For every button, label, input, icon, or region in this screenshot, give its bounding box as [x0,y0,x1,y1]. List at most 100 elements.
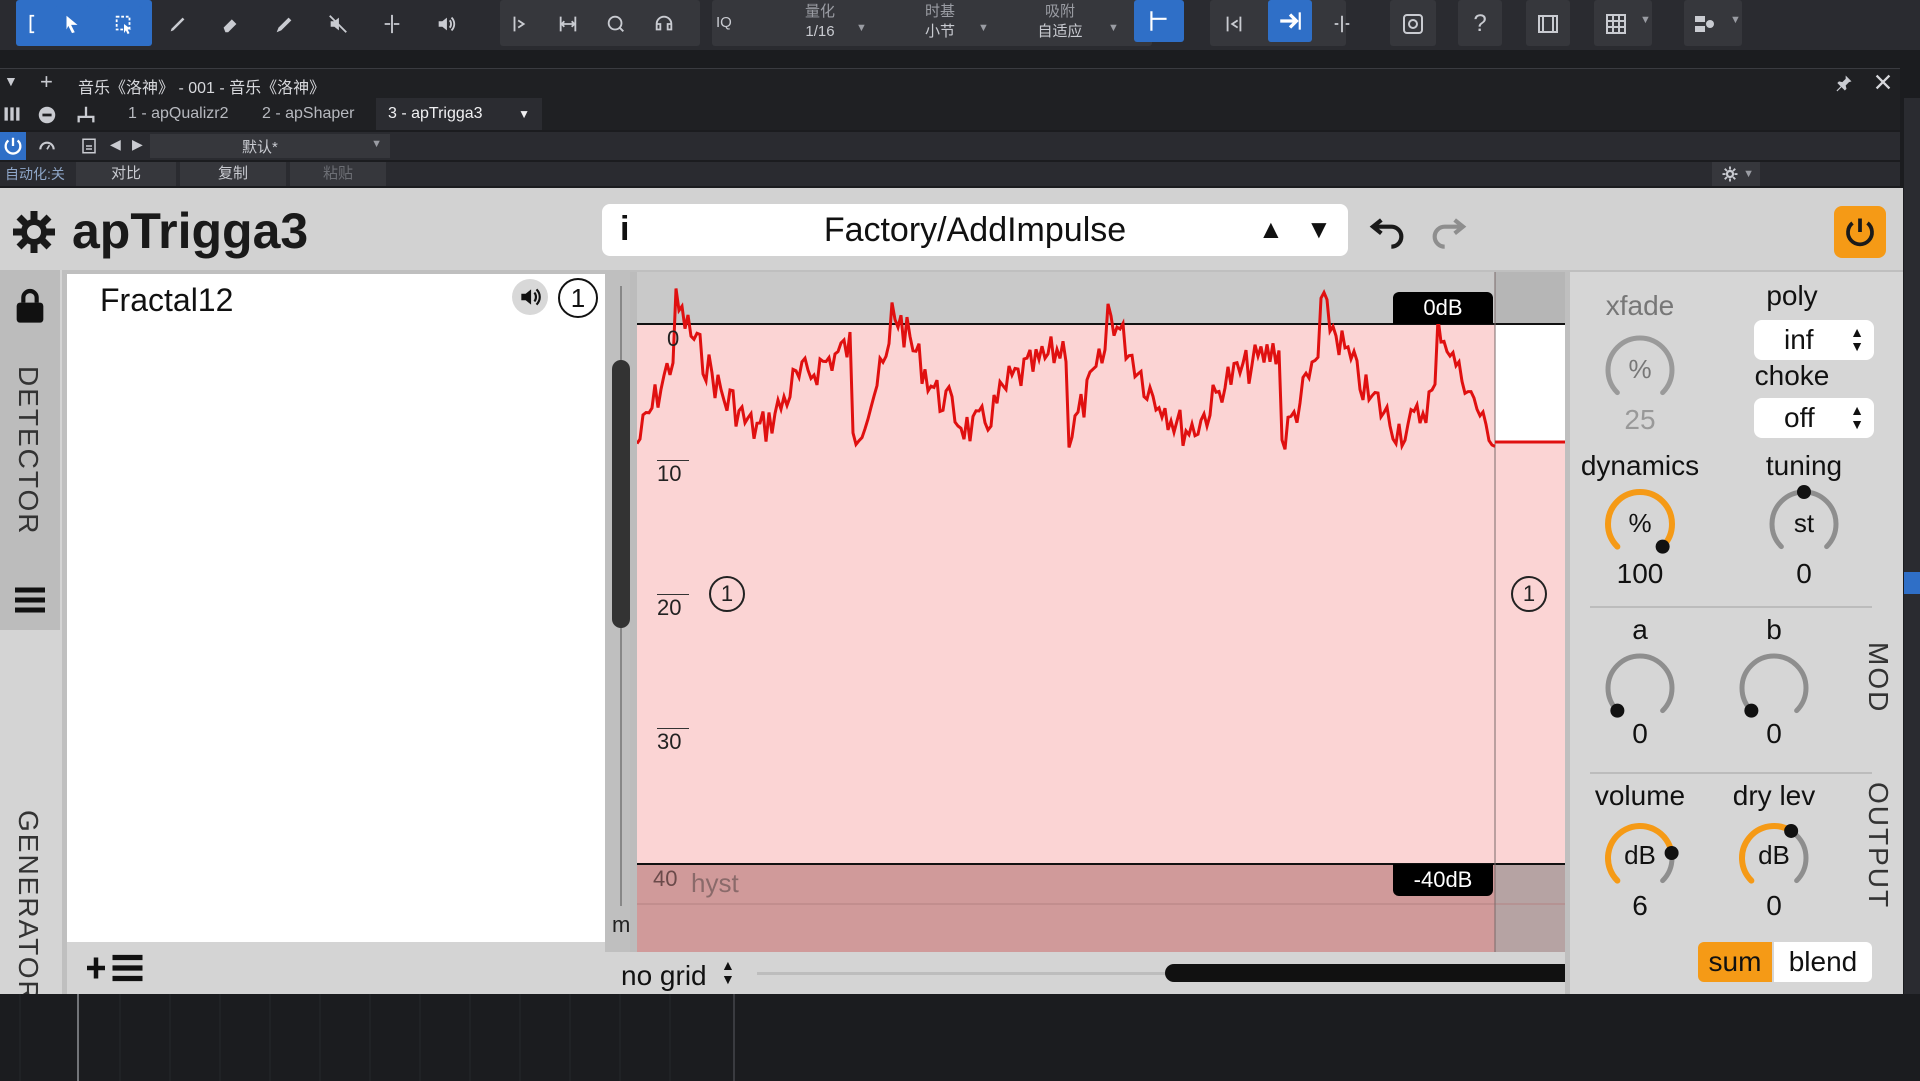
iq-button[interactable]: IQ [716,13,732,33]
snap-to-grid-icon[interactable] [1134,0,1184,42]
speaker-icon[interactable] [512,279,548,315]
choke-spinner[interactable]: off ▲ ▼ [1754,398,1874,438]
window-scrollbar[interactable] [1904,98,1920,994]
caret-down-icon[interactable]: ▼ [371,138,382,150]
caret-down-icon[interactable]: ▼ [1108,22,1119,34]
layout-add-icon[interactable] [1686,6,1722,42]
grid-select[interactable]: no grid [621,960,707,992]
hyst-label: hyst [691,868,739,898]
split-tool-icon[interactable] [374,6,410,42]
speaker-tool-icon[interactable] [428,6,464,42]
trigger-marker-right[interactable]: 1 [1511,576,1547,612]
preset-file-icon[interactable] [80,136,100,156]
volume-unit: dB [1624,840,1656,870]
preset-name[interactable]: Factory/AddImpulse [602,211,1348,250]
arrow-right-icon[interactable] [1268,0,1312,42]
timebase-select[interactable]: 时基 小节 [900,2,980,42]
scroll-thumb[interactable] [1904,572,1920,594]
rack-icon[interactable] [2,104,22,124]
paint-tool-icon[interactable] [266,6,302,42]
detector-graph[interactable]: 0 10 20 30 40 hyst 0dB -40dB 1 1 [637,272,1565,952]
preset-select[interactable]: 默认* ▼ [150,134,390,158]
knob-indicator [1784,823,1799,838]
caret-down-icon[interactable]: ▼ [1730,14,1741,26]
tab-apshaper[interactable]: 2 - apShaper [250,98,367,130]
chain-icon[interactable] [74,104,98,126]
redo-icon[interactable] [1428,210,1468,250]
choke-label: choke [1754,360,1830,391]
list-item[interactable]: Fractal12 1 [67,274,605,324]
caret-down-icon[interactable]: ▼ [978,22,989,34]
arrow-tool-icon[interactable] [54,6,90,42]
spin-arrows-icon[interactable]: ▲ ▼ [1850,398,1864,431]
mod-b-value: 0 [1766,718,1782,749]
bend-tool-icon[interactable] [502,6,538,42]
split-cursor-icon[interactable] [1324,6,1360,42]
next-preset-icon[interactable]: ▶ [132,136,143,153]
menu-icon[interactable] [10,580,50,620]
mod-b-knob[interactable] [1734,648,1814,728]
dry-level-value: 0 [1766,890,1782,921]
power-icon[interactable] [0,132,26,160]
poly-spinner[interactable]: inf ▲ ▼ [1754,320,1874,360]
settings-gear-icon[interactable] [10,208,58,256]
blend-toggle[interactable]: blend [1774,942,1872,982]
tab-aptrigga3[interactable]: 3 - apTrigga3 ▼ [376,98,542,130]
chevron-down-icon[interactable]: ▼ [4,73,18,89]
pin-icon[interactable] [1834,73,1854,93]
help-button[interactable]: ? [1462,6,1498,42]
compare-button[interactable]: 对比 [76,162,176,186]
generator-tab-label[interactable]: GENERATOR [12,810,44,1003]
range-tool-icon[interactable] [106,6,142,42]
add-list-icon[interactable] [85,950,149,986]
horizontal-scroll-thumb[interactable] [1165,964,1565,982]
grid-spin-icon[interactable]: ▲ ▼ [721,958,735,986]
film-icon[interactable] [1530,6,1566,42]
generator-list: Fractal12 1 [67,274,605,942]
lock-icon[interactable] [10,284,50,328]
automation-icon[interactable] [36,136,60,156]
quantize-select[interactable]: 量化 1/16 [780,2,860,42]
undo-icon[interactable] [1368,210,1408,250]
settings-menu[interactable]: ▼ [1712,162,1760,186]
preset-name: 默认* [242,139,278,156]
target-icon[interactable] [1395,6,1431,42]
snap-select[interactable]: 吸附 自适应 [1020,2,1100,42]
preset-browser[interactable]: i Factory/AddImpulse ▲ ▼ [602,204,1348,256]
copy-button[interactable]: 复制 [180,162,286,186]
spin-arrows-icon[interactable]: ▲ ▼ [1850,320,1864,353]
mute-tool-icon[interactable] [320,6,356,42]
routing-icon[interactable] [36,104,58,126]
mod-a-knob[interactable] [1600,648,1680,728]
stretch-tool-icon[interactable] [550,6,586,42]
automation-off-label[interactable]: 自动化:关 [0,162,70,186]
add-icon[interactable]: + [40,69,53,95]
preset-down-icon[interactable]: ▼ [1306,214,1332,245]
close-icon[interactable] [1872,71,1896,95]
caret-down-icon[interactable]: ▼ [1640,14,1651,26]
trigger-marker-left[interactable]: 1 [709,576,745,612]
plugin-name: apTrigga3 [72,203,309,259]
tab-apqualizr2[interactable]: 1 - apQualizr2 [116,98,241,130]
eraser-tool-icon[interactable] [212,6,248,42]
paste-button[interactable]: 粘贴 [290,162,386,186]
sum-toggle[interactable]: sum [1698,942,1772,982]
follow-left-icon[interactable] [1216,6,1252,42]
detector-tab[interactable]: DETECTOR [0,270,60,630]
preset-up-icon[interactable]: ▲ [1258,214,1284,245]
pencil-tool-icon[interactable] [160,6,196,42]
caret-down-icon[interactable]: ▼ [856,22,867,34]
bypass-power-button[interactable] [1834,206,1886,258]
listen-tool-icon[interactable] [646,6,682,42]
snap-value: 自适应 [1037,23,1083,40]
grid-view-icon[interactable] [1598,6,1634,42]
caret-down-icon[interactable]: ▼ [518,98,530,130]
scroll-thumb[interactable] [612,360,630,628]
zoom-tool-icon[interactable] [598,6,634,42]
previous-preset-icon[interactable]: ◀ [110,136,121,153]
channel-badge[interactable]: 1 [558,278,598,318]
bracket-icon[interactable] [18,6,54,42]
threshold-bottom-badge[interactable]: -40dB [1393,864,1493,896]
tuning-label: tuning [1765,450,1843,481]
threshold-top-badge[interactable]: 0dB [1393,292,1493,324]
